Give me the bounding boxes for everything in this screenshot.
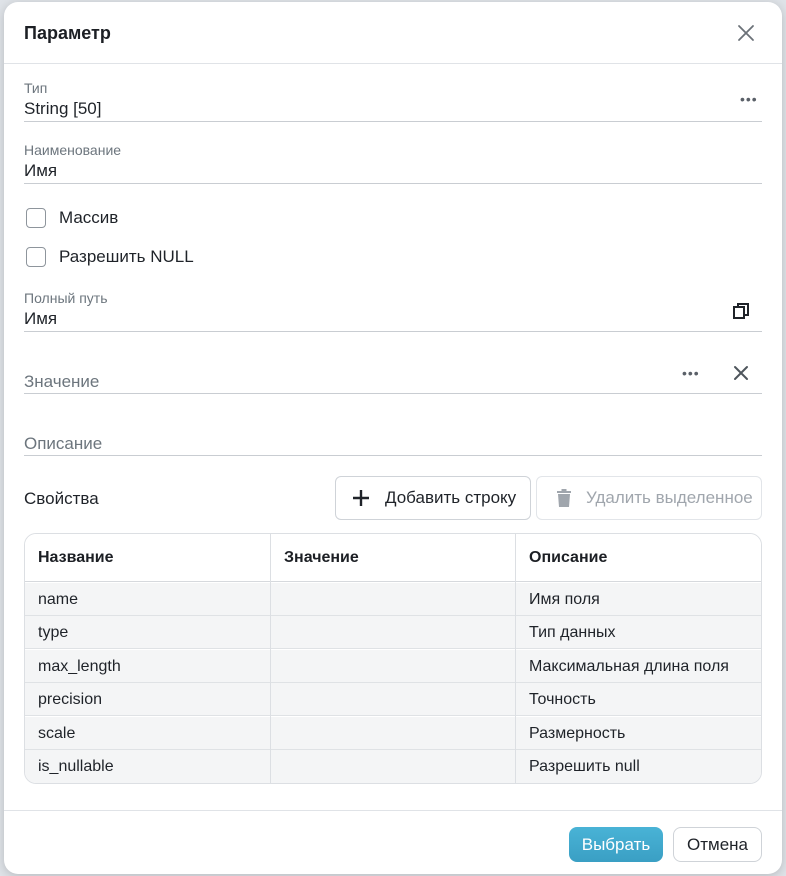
dialog-title: Параметр [24, 23, 111, 43]
allow-null-checkbox-label: Разрешить NULL [59, 247, 194, 266]
cell-name: max_length [38, 657, 121, 675]
array-checkbox-label: Массив [59, 208, 119, 227]
copy-icon [733, 303, 749, 319]
dialog-footer: Выбрать Отмена [4, 810, 782, 874]
cell-name: type [38, 623, 69, 641]
array-checkbox[interactable] [26, 208, 46, 228]
column-divider [270, 534, 271, 783]
table-row[interactable]: is_nullable Разрешить null [25, 750, 761, 783]
name-value: Имя [24, 161, 58, 180]
value-field[interactable]: Значение ••• [24, 354, 762, 394]
close-icon [738, 25, 754, 41]
full-path-field[interactable]: Полный путь Имя [24, 288, 762, 332]
properties-label: Свойства [24, 489, 99, 508]
trash-icon [557, 489, 571, 507]
column-header-description[interactable]: Описание [516, 534, 761, 582]
name-label: Наименование [24, 142, 122, 158]
full-path-value: Имя [24, 309, 58, 328]
cell-name: is_nullable [38, 757, 114, 775]
plus-icon [353, 490, 369, 506]
value-clear-button[interactable] [732, 364, 750, 382]
cell-value[interactable] [271, 750, 284, 783]
table-row[interactable]: name Имя поля [25, 583, 761, 616]
description-placeholder: Описание [24, 434, 103, 453]
table-row[interactable]: type Тип данных [25, 616, 761, 649]
dialog-header: Параметр [4, 2, 782, 64]
table-row[interactable]: precision Точность [25, 683, 761, 716]
cell-description: Точность [529, 690, 596, 708]
add-row-label: Добавить строку [385, 488, 517, 507]
cancel-button[interactable]: Отмена [673, 827, 762, 862]
column-header-value[interactable]: Значение [271, 534, 516, 582]
properties-table: Название Значение Описание name Имя поля… [24, 533, 762, 784]
cell-description: Имя поля [529, 590, 600, 608]
array-checkbox-row[interactable]: Массив [26, 206, 118, 230]
cell-value[interactable] [271, 683, 284, 716]
description-field[interactable]: Описание [24, 416, 762, 456]
column-header-name[interactable]: Название [25, 534, 270, 582]
table-header: Название Значение Описание [25, 534, 761, 582]
cell-name: name [38, 590, 79, 608]
full-path-label: Полный путь [24, 290, 108, 306]
table-row[interactable]: scale Размерность [25, 717, 761, 750]
cell-value[interactable] [271, 650, 284, 683]
cell-value[interactable] [271, 583, 284, 616]
select-button[interactable]: Выбрать [569, 827, 663, 862]
cell-name: precision [38, 690, 103, 708]
column-divider [515, 534, 516, 783]
add-row-button[interactable]: Добавить строку [335, 476, 531, 520]
type-field[interactable]: Тип String [50] ••• [24, 78, 762, 122]
type-value: String [50] [24, 99, 102, 118]
allow-null-checkbox-row[interactable]: Разрешить NULL [26, 245, 194, 269]
close-button[interactable] [734, 21, 758, 45]
close-icon [734, 366, 748, 380]
more-dots-icon: ••• [682, 365, 700, 381]
cell-name: scale [38, 724, 76, 742]
name-field[interactable]: Наименование Имя [24, 140, 762, 184]
delete-selected-label: Удалить выделенное [586, 488, 753, 507]
value-more-button[interactable]: ••• [682, 365, 700, 381]
more-dots-icon: ••• [740, 91, 758, 107]
parameter-dialog: Параметр Тип String [50] ••• Наименовани… [4, 2, 782, 874]
cell-value[interactable] [271, 717, 284, 750]
cell-description: Максимальная длина поля [529, 657, 729, 675]
table-row[interactable]: max_length Максимальная длина поля [25, 650, 761, 683]
cell-description: Тип данных [529, 623, 616, 641]
type-more-button[interactable]: ••• [740, 91, 758, 107]
value-placeholder: Значение [24, 372, 100, 391]
allow-null-checkbox[interactable] [26, 247, 46, 267]
copy-button[interactable] [731, 301, 751, 321]
cell-value[interactable] [271, 616, 284, 649]
type-label: Тип [24, 80, 48, 96]
cell-description: Размерность [529, 724, 626, 742]
cell-description: Разрешить null [529, 757, 640, 775]
delete-selected-button[interactable]: Удалить выделенное [536, 476, 762, 520]
